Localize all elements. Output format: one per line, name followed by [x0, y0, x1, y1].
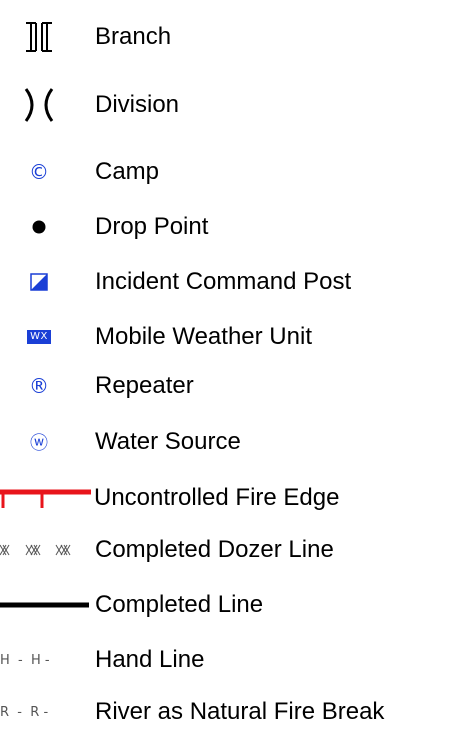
legend-item-mobile-weather-unit: WX Mobile Weather Unit [0, 317, 474, 357]
legend-label-repeater: Repeater [95, 372, 194, 399]
legend-item-repeater: ® Repeater [0, 366, 474, 406]
legend-label-mobile-weather-unit: Mobile Weather Unit [95, 323, 312, 350]
uncontrolled-fire-edge-line [0, 478, 92, 518]
mobile-weather-unit-icon: WX [24, 317, 54, 357]
water-source-icon: ⓦ [30, 433, 48, 454]
legend-label-branch: Branch [95, 23, 172, 50]
branch-icon [24, 17, 54, 57]
legend-item-camp: © Camp [0, 152, 474, 192]
legend-item-incident-command-post: Incident Command Post [0, 262, 474, 302]
river-natural-fire-break-line: R - R - [0, 704, 49, 720]
legend-label-hand-line: Hand Line [95, 646, 205, 673]
legend-label-uncontrolled-fire-edge: Uncontrolled Fire Edge [94, 484, 340, 511]
legend-label-division: Division [95, 91, 180, 118]
legend-item-drop-point: Drop Point [0, 207, 474, 247]
completed-line [0, 585, 90, 625]
legend-item-uncontrolled-fire-edge: Uncontrolled Fire Edge [0, 478, 474, 518]
completed-dozer-line [0, 530, 88, 570]
legend-item-division: Division [0, 85, 474, 125]
legend-item-hand-line: H - H - Hand Line [0, 640, 474, 680]
legend-item-completed-line: Completed Line [0, 585, 474, 625]
legend-item-branch: Branch [0, 17, 474, 57]
map-legend: Branch Division © Camp Drop Point Incide… [0, 0, 474, 731]
drop-point-icon [24, 207, 54, 247]
legend-label-completed-line: Completed Line [95, 591, 264, 618]
legend-label-water-source: Water Source [95, 428, 241, 455]
legend-label-drop-point: Drop Point [95, 213, 209, 240]
legend-item-water-source: ⓦ Water Source [0, 422, 474, 462]
incident-command-post-icon [24, 262, 54, 302]
legend-label-camp: Camp [95, 158, 160, 185]
legend-label-completed-dozer-line: Completed Dozer Line [95, 536, 334, 563]
division-icon [22, 85, 56, 125]
legend-item-river-natural-fire-break: R - R - River as Natural Fire Break [0, 692, 474, 732]
repeater-icon: ® [29, 374, 49, 398]
camp-icon: © [29, 160, 49, 184]
legend-item-completed-dozer-line: Completed Dozer Line [0, 530, 474, 570]
legend-label-river-natural-fire-break: River as Natural Fire Break [95, 698, 385, 725]
legend-label-incident-command-post: Incident Command Post [95, 268, 352, 295]
hand-line: H - H - [0, 652, 50, 668]
